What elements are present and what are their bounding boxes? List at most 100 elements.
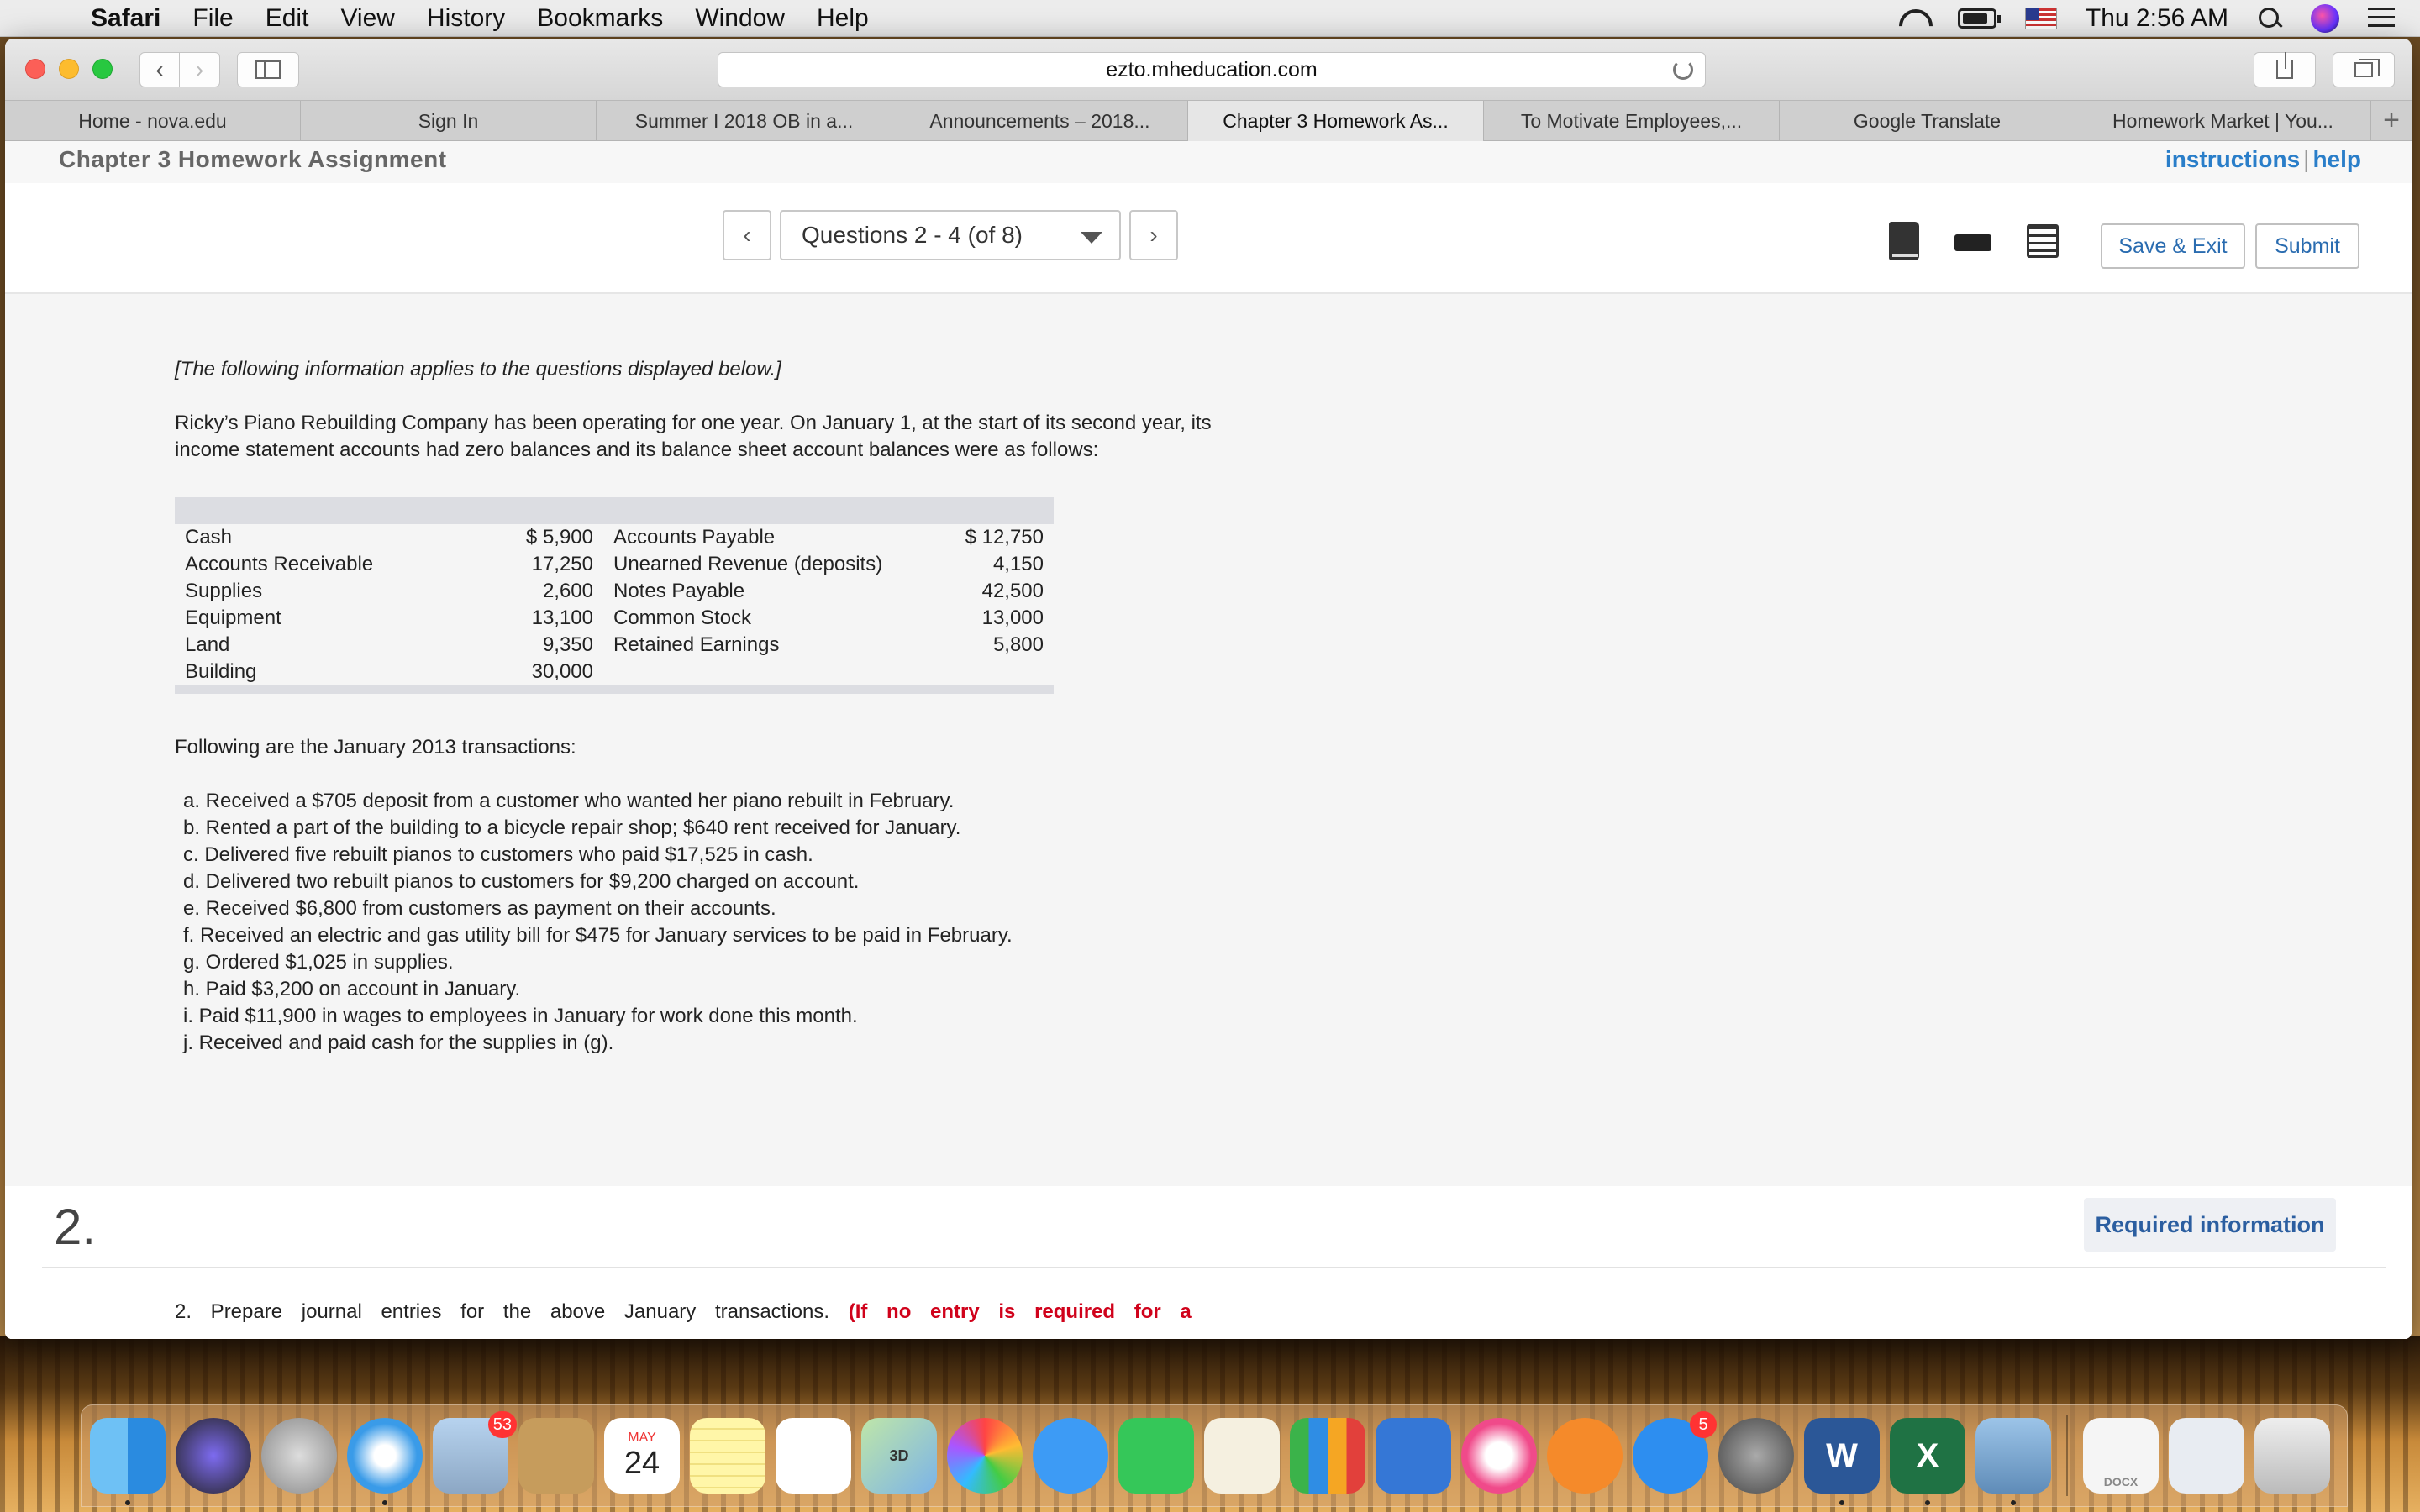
reminders-icon[interactable] — [776, 1418, 851, 1494]
chevron-left-icon: ‹ — [155, 56, 164, 82]
menu-view[interactable]: View — [340, 4, 394, 33]
mail-badge: 53 — [487, 1411, 517, 1438]
numbers-icon[interactable] — [1290, 1418, 1365, 1494]
mail-stamp-icon[interactable]: 53 — [433, 1411, 517, 1494]
maps-icon[interactable]: 3D — [861, 1418, 937, 1494]
tabs-overview-icon — [2354, 59, 2380, 77]
transactions-intro: Following are the January 2013 transacti… — [175, 736, 576, 759]
finder-icon[interactable] — [90, 1418, 166, 1505]
battery-icon[interactable] — [1957, 8, 2001, 29]
facetime-icon[interactable] — [1118, 1418, 1194, 1494]
new-tab-button[interactable]: + — [2371, 101, 2412, 140]
sidebar-toggle-button[interactable] — [237, 52, 299, 87]
menu-window[interactable]: Window — [695, 4, 785, 33]
browser-toolbar: ‹ › ezto.mheducation.com — [5, 39, 2412, 101]
messages-icon[interactable] — [1033, 1418, 1108, 1494]
show-all-tabs-button[interactable] — [2333, 52, 2395, 87]
close-window-button[interactable] — [25, 59, 45, 79]
forward-button[interactable]: › — [180, 52, 220, 87]
previous-question-button[interactable]: ‹ — [723, 210, 771, 260]
ebook-icon[interactable] — [1889, 222, 1919, 260]
tab-motivate-employees[interactable]: To Motivate Employees,... — [1484, 101, 1780, 141]
list-item: j. Received and paid cash for the suppli… — [183, 1032, 614, 1054]
ibooks-icon[interactable] — [1547, 1418, 1623, 1494]
next-question-button[interactable]: › — [1129, 210, 1178, 260]
app-store-icon[interactable]: 5 — [1633, 1411, 1717, 1494]
trash-icon[interactable] — [2254, 1418, 2330, 1494]
liability-value: 4,150 — [939, 551, 1054, 578]
tab-google-translate[interactable]: Google Translate — [1780, 101, 2075, 141]
table-footer-band — [175, 685, 1054, 694]
menu-bookmarks[interactable]: Bookmarks — [537, 4, 663, 33]
required-information-button[interactable]: Required information — [2084, 1198, 2336, 1252]
instructions-link[interactable]: instructions — [2165, 146, 2300, 172]
save-exit-button[interactable]: Save & Exit — [2101, 223, 2245, 269]
references-icon[interactable] — [2027, 224, 2059, 258]
asset-value: 13,100 — [511, 605, 603, 632]
docx-file-icon[interactable]: DOCX — [2083, 1418, 2159, 1494]
preview-icon[interactable] — [1975, 1418, 2051, 1505]
back-button[interactable]: ‹ — [139, 52, 180, 87]
running-indicator — [2011, 1500, 2016, 1505]
menu-help[interactable]: Help — [817, 4, 869, 33]
share-button[interactable] — [2254, 52, 2316, 87]
siri-icon[interactable] — [2311, 4, 2339, 33]
list-item: g. Ordered $1,025 in supplies. — [183, 951, 454, 974]
minimize-window-button[interactable] — [59, 59, 79, 79]
asset-label: Accounts Receivable — [175, 551, 511, 578]
contacts-icon[interactable] — [518, 1418, 594, 1494]
tab-sign-in[interactable]: Sign In — [301, 101, 597, 141]
menu-edit[interactable]: Edit — [266, 4, 309, 33]
menu-file[interactable]: File — [192, 4, 233, 33]
safari-dock-icon[interactable] — [347, 1418, 423, 1505]
help-links: instructions | help — [2165, 146, 2361, 173]
question-nav-bar: ‹ Questions 2 - 4 (of 8) › Save & Exit S… — [5, 183, 2412, 294]
help-link[interactable]: help — [2312, 146, 2361, 172]
calendar-icon[interactable]: MAY 24 — [604, 1418, 680, 1494]
photos-icon[interactable] — [947, 1418, 1023, 1494]
tab-summer-ob[interactable]: Summer I 2018 OB in a... — [597, 101, 892, 141]
address-bar[interactable]: ezto.mheducation.com — [718, 52, 1706, 87]
itunes-icon[interactable] — [1461, 1418, 1537, 1494]
calendar-month: MAY — [628, 1430, 656, 1445]
notification-center-icon[interactable] — [2368, 8, 2395, 29]
question-selector[interactable]: Questions 2 - 4 (of 8) — [780, 210, 1121, 260]
tab-chapter-3-homework[interactable]: Chapter 3 Homework As... — [1188, 101, 1484, 141]
question-selector-value: Questions 2 - 4 (of 8) — [802, 222, 1023, 248]
submit-button[interactable]: Submit — [2255, 223, 2360, 269]
word-icon[interactable]: W — [1804, 1418, 1880, 1505]
pages-icon[interactable] — [1204, 1418, 1280, 1494]
reload-icon[interactable] — [1673, 60, 1693, 80]
question-number: 2. — [54, 1199, 97, 1255]
system-preferences-icon[interactable] — [1718, 1418, 1794, 1494]
excel-icon[interactable]: X — [1890, 1418, 1965, 1505]
information-panel: [The following information applies to th… — [5, 294, 2412, 1186]
wifi-icon[interactable] — [1896, 6, 1929, 31]
tab-homework-market[interactable]: Homework Market | You... — [2075, 101, 2371, 141]
menu-history[interactable]: History — [427, 4, 505, 33]
spotlight-search-icon[interactable] — [2257, 6, 2282, 31]
notes-icon[interactable] — [690, 1418, 765, 1494]
menu-clock[interactable]: Thu 2:56 AM — [2086, 4, 2228, 33]
asset-label: Cash — [175, 524, 511, 551]
liability-label: Unearned Revenue (deposits) — [603, 551, 939, 578]
tab-home-nova[interactable]: Home - nova.edu — [5, 101, 301, 141]
running-indicator — [1839, 1500, 1844, 1505]
address-bar-url: ezto.mheducation.com — [1106, 57, 1318, 81]
table-row: Equipment 13,100 Common Stock 13,000 — [175, 605, 1054, 632]
question-prompt-text: 2. Prepare journal entries for the above… — [175, 1300, 830, 1323]
keynote-icon[interactable] — [1376, 1418, 1451, 1494]
asset-label: Equipment — [175, 605, 511, 632]
input-source-flag-icon[interactable] — [2024, 8, 2057, 29]
window-controls — [25, 59, 113, 79]
document-stack-icon[interactable] — [2169, 1418, 2244, 1494]
siri-dock-icon[interactable] — [176, 1418, 251, 1494]
fullscreen-window-button[interactable] — [92, 59, 113, 79]
print-icon[interactable] — [1954, 224, 1991, 261]
assignment-header: Chapter 3 Homework Assignment instructio… — [5, 141, 2412, 183]
excel-letter: X — [1916, 1436, 1939, 1474]
question-section: 2. Required information 2. Prepare journ… — [5, 1186, 2412, 1339]
menu-app-safari[interactable]: Safari — [91, 4, 160, 33]
launchpad-icon[interactable] — [261, 1418, 337, 1494]
tab-announcements[interactable]: Announcements – 2018... — [892, 101, 1188, 141]
